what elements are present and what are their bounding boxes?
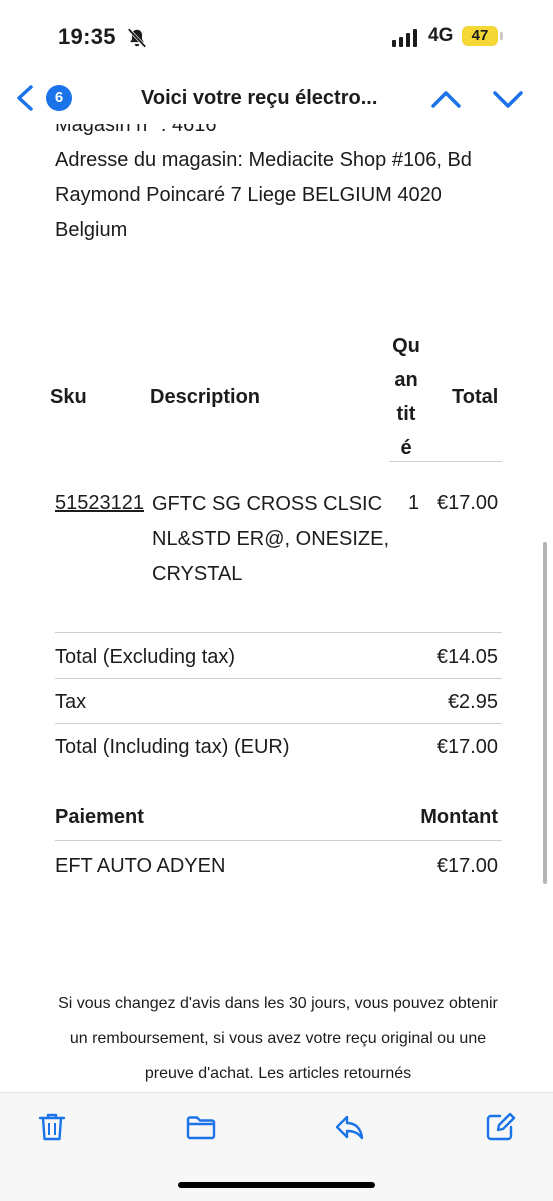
store-number-line: Magasin n° : 4616 [55, 124, 217, 136]
signal-icon [392, 29, 417, 47]
store-address: Adresse du magasin: Mediacite Shop #106,… [55, 149, 472, 241]
quantity-header-line: Qu [392, 335, 420, 357]
compose-icon[interactable] [484, 1111, 516, 1143]
back-chevron-icon[interactable] [14, 84, 36, 112]
status-bar: 19:35 4G 47 [0, 0, 553, 76]
previous-message-icon[interactable] [430, 86, 462, 112]
quantity-header: Qu an tit é [389, 329, 423, 465]
item-sku-link[interactable]: 51523121 [55, 492, 144, 515]
description-header: Description [150, 386, 261, 408]
next-message-icon[interactable] [492, 86, 524, 112]
payment-method: EFT AUTO ADYEN [55, 855, 226, 877]
quantity-header-line: é [400, 437, 412, 459]
folder-icon[interactable] [185, 1111, 217, 1143]
home-indicator[interactable] [178, 1182, 375, 1188]
status-time: 19:35 [58, 24, 116, 49]
payment-divider [55, 840, 502, 841]
trash-icon[interactable] [36, 1111, 68, 1143]
totals-value: €17.00 [436, 736, 498, 758]
message-subject-title: Voici votre reçu électro... [141, 87, 378, 109]
battery-cap [500, 32, 503, 40]
quantity-header-line: an [394, 369, 418, 391]
item-description: GFTC SG CROSS CLSIC NL&STD ER@, ONESIZE,… [152, 493, 390, 585]
total-header: Total [452, 386, 499, 408]
totals-divider [55, 678, 502, 679]
item-total: €17.00 [437, 492, 499, 514]
item-quantity: 1 [408, 492, 420, 514]
mail-nav-bar: 6 Voici votre reçu électro... [0, 76, 553, 124]
unread-count-badge[interactable]: 6 [46, 85, 72, 111]
reply-icon[interactable] [334, 1111, 366, 1143]
battery-icon: 47 [462, 26, 498, 46]
payment-method-header: Paiement [55, 806, 144, 828]
network-type: 4G [428, 25, 454, 46]
scrollbar[interactable] [543, 542, 547, 884]
silent-bell-icon [127, 28, 147, 48]
totals-label: Total (Including tax) (EUR) [55, 736, 290, 758]
totals-value: €14.05 [436, 646, 498, 668]
sku-header: Sku [50, 386, 87, 408]
totals-divider [55, 632, 502, 633]
header-divider [389, 461, 502, 462]
receipt-body[interactable]: Magasin n° : 4616 Adresse du magasin: Me… [0, 124, 553, 1092]
totals-label: Total (Excluding tax) [55, 646, 236, 668]
quantity-header-line: tit [396, 403, 416, 425]
totals-label: Tax [55, 691, 87, 713]
refund-policy-text: Si vous changez d'avis dans les 30 jours… [58, 995, 498, 1082]
totals-divider [55, 723, 502, 724]
totals-value: €2.95 [447, 691, 498, 713]
payment-amount: €17.00 [436, 855, 498, 877]
payment-amount-header: Montant [420, 806, 498, 828]
